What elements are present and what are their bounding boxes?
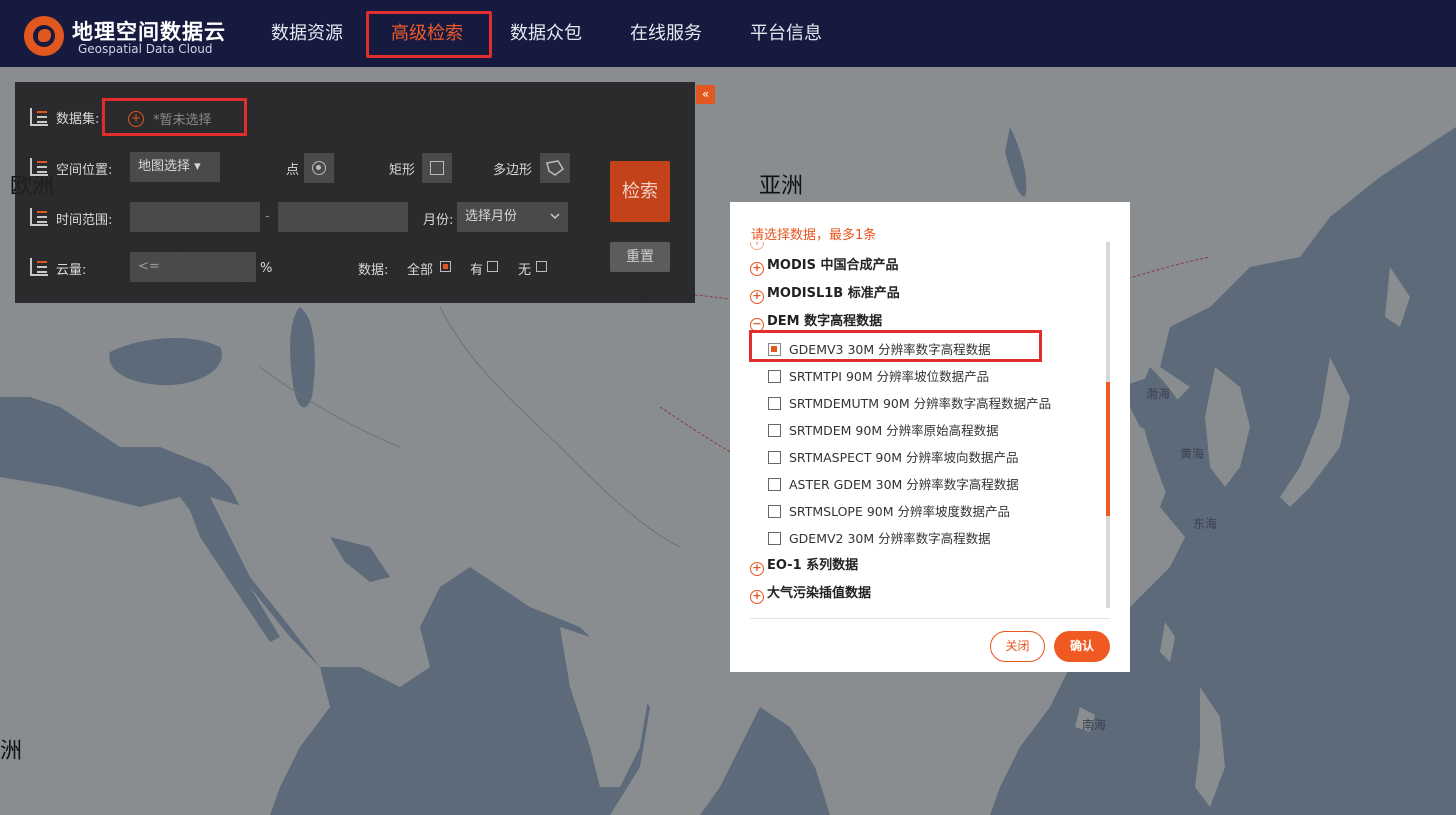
data-yes-checkbox[interactable] — [487, 261, 498, 272]
search-button[interactable]: 检索 — [610, 161, 670, 222]
dataset-item-aster-gdem[interactable]: ASTER GDEM 30M 分辨率数字高程数据 — [768, 475, 1019, 495]
expand-icon: + — [750, 562, 764, 576]
annotation-highlight-nav — [366, 11, 492, 58]
sea-label-yellow-sea: 黄海 — [1180, 447, 1205, 461]
checkbox[interactable] — [768, 478, 781, 491]
end-date-input[interactable] — [278, 202, 408, 232]
location-label: 空间位置: — [56, 163, 113, 178]
start-date-input[interactable] — [130, 202, 260, 232]
list-scrollbar-thumb[interactable] — [1106, 382, 1110, 516]
annotation-highlight-gdemv3 — [749, 330, 1042, 362]
nav-online-services[interactable]: 在线服务 — [630, 0, 702, 67]
data-no-label: 无 — [518, 263, 532, 278]
top-navigation-bar: 地理空间数据云 Geospatial Data Cloud 数据资源 高级检索 … — [0, 0, 1456, 67]
expand-icon: + — [750, 262, 764, 276]
cloud-label: 云量: — [56, 263, 87, 278]
calendar-icon — [30, 208, 48, 226]
chevron-down-icon — [550, 213, 560, 220]
point-label: 点 — [286, 163, 300, 178]
checkbox[interactable] — [768, 424, 781, 437]
point-icon — [312, 161, 326, 175]
dataset-item-srtmdem[interactable]: SRTMDEM 90M 分辨率原始高程数据 — [768, 421, 999, 441]
dataset-item-gdemv2[interactable]: GDEMV2 30M 分辨率数字高程数据 — [768, 529, 991, 549]
collapse-panel-icon[interactable]: « — [696, 85, 715, 104]
tree-category-modis-china[interactable]: + MODIS 中国合成产品 — [750, 256, 899, 276]
cloud-cover-input[interactable]: <= — [130, 252, 256, 282]
dataset-icon — [30, 108, 48, 126]
nav-platform-info[interactable]: 平台信息 — [750, 0, 822, 67]
dataset-item-srtmtpi[interactable]: SRTMTPI 90M 分辨率坡位数据产品 — [768, 367, 989, 387]
continent-label-asia: 亚洲 — [759, 174, 804, 199]
month-select-dropdown[interactable]: 选择月份 — [457, 202, 568, 232]
polygon-tool-button[interactable] — [540, 153, 570, 183]
data-all-checkbox[interactable] — [440, 261, 451, 272]
dataset-item-srtmdemutm[interactable]: SRTMDEMUTM 90M 分辨率数字高程数据产品 — [768, 394, 1051, 414]
globe-logo-icon — [24, 16, 64, 56]
dataset-tree-list[interactable]: + +MODIS 中国合成产品 +MODISL1B 标准产品 −DEM 数字高程… — [744, 242, 1114, 610]
dataset-item-srtmslope[interactable]: SRTMSLOPE 90M 分辨率坡度数据产品 — [768, 502, 1010, 522]
logo-subtitle: Geospatial Data Cloud — [78, 42, 213, 56]
continent-label-africa: 洲 — [0, 739, 23, 764]
close-button[interactable]: 关闭 — [990, 631, 1045, 662]
tree-category-partial[interactable]: + — [750, 242, 767, 250]
checkbox[interactable] — [768, 505, 781, 518]
sea-label-south-sea: 南海 — [1082, 718, 1107, 732]
rectangle-icon — [430, 161, 444, 175]
cloud-unit: % — [260, 261, 273, 276]
dataset-label: 数据集: — [56, 112, 100, 127]
point-tool-button[interactable] — [304, 153, 334, 183]
tree-category-air-pollution[interactable]: + 大气污染插值数据 — [750, 584, 871, 604]
rectangle-tool-button[interactable] — [422, 153, 452, 183]
polygon-label: 多边形 — [493, 163, 533, 178]
annotation-highlight-dataset — [102, 98, 247, 136]
tree-category-eo1[interactable]: + EO-1 系列数据 — [750, 556, 858, 576]
checkbox[interactable] — [768, 451, 781, 464]
confirm-button[interactable]: 确认 — [1054, 631, 1110, 662]
nav-data-crowdsourcing[interactable]: 数据众包 — [510, 0, 582, 67]
data-all-label: 全部 — [407, 263, 434, 278]
reset-button[interactable]: 重置 — [610, 242, 670, 272]
rect-label: 矩形 — [389, 163, 416, 178]
expand-icon: + — [750, 290, 764, 304]
data-availability-label: 数据: — [358, 263, 389, 278]
dataset-item-srtmaspect[interactable]: SRTMASPECT 90M 分辨率坡向数据产品 — [768, 448, 1019, 468]
sea-label-east-sea: 东海 — [1193, 517, 1218, 531]
tree-category-dem[interactable]: − DEM 数字高程数据 — [750, 312, 882, 332]
nav-data-resources[interactable]: 数据资源 — [271, 0, 343, 67]
data-yes-label: 有 — [470, 263, 484, 278]
cloud-cover-icon — [30, 258, 48, 276]
polygon-icon — [546, 160, 564, 176]
checkbox[interactable] — [768, 532, 781, 545]
time-range-label: 时间范围: — [56, 213, 113, 228]
checkbox[interactable] — [768, 397, 781, 410]
dialog-title: 请选择数据，最多1条 — [751, 228, 877, 243]
month-select-value: 选择月份 — [465, 209, 518, 224]
location-pin-icon — [30, 158, 48, 176]
date-separator: - — [265, 209, 270, 224]
checkbox[interactable] — [768, 370, 781, 383]
tree-category-modisl1b[interactable]: + MODISL1B 标准产品 — [750, 284, 900, 304]
sea-label-bohai: 渤海 — [1146, 387, 1171, 401]
data-no-checkbox[interactable] — [536, 261, 547, 272]
dataset-selection-dialog: 请选择数据，最多1条 + +MODIS 中国合成产品 +MODISL1B 标准产… — [730, 202, 1130, 672]
site-logo[interactable]: 地理空间数据云 Geospatial Data Cloud — [22, 10, 232, 60]
dialog-divider — [750, 618, 1110, 619]
map-select-dropdown[interactable]: 地图选择 ▾ — [130, 152, 220, 182]
expand-icon: + — [750, 590, 764, 604]
month-label: 月份: — [423, 213, 454, 228]
